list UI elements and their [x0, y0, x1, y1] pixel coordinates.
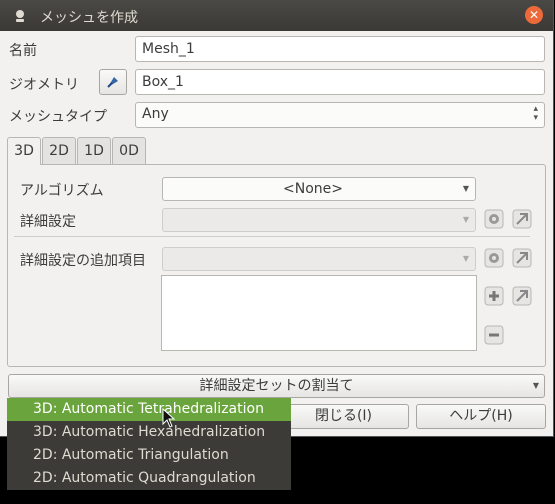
dropdown-arrow-icon: ▼: [462, 254, 469, 263]
hypothesis-set-menu: 3D: Automatic Tetrahedralization 3D: Aut…: [7, 398, 291, 490]
algorithm-select[interactable]: <None> ▼: [162, 177, 476, 201]
mesh-type-label: メッシュタイプ: [9, 109, 107, 125]
create-mesh-dialog: メッシュを作成 ✕ 名前 Mesh_1 ジオメトリ Box_1 メッシュタイプ …: [0, 0, 554, 437]
arrow-select-icon: [107, 77, 118, 88]
new-additional-icon[interactable]: [512, 248, 532, 268]
geometry-input[interactable]: Box_1: [135, 69, 545, 95]
window-title: メッシュを作成: [40, 10, 138, 26]
window-menu-icon[interactable]: [12, 8, 28, 24]
tab-0d[interactable]: 0D: [112, 137, 146, 164]
menu-item[interactable]: 3D: Automatic Tetrahedralization: [7, 398, 291, 421]
title-bar: メッシュを作成 ✕: [0, 0, 553, 31]
separator: [14, 236, 530, 237]
menu-item[interactable]: 2D: Automatic Quadrangulation: [7, 467, 291, 490]
edit-list-icon[interactable]: [512, 286, 532, 306]
assign-hypothesis-set-button[interactable]: 詳細設定セットの割当て ▼: [8, 374, 545, 398]
menu-item[interactable]: 2D: Automatic Triangulation: [7, 444, 291, 467]
hypothesis-label: 詳細設定: [20, 214, 76, 230]
mesh-type-value: Any: [142, 106, 169, 122]
hypothesis-select[interactable]: ▼: [162, 208, 476, 232]
additional-hypotheses-label: 詳細設定の追加項目: [20, 253, 146, 269]
dropdown-arrow-icon: ▼: [462, 184, 469, 193]
close-window-icon[interactable]: ✕: [525, 6, 543, 24]
dropdown-arrow-icon: ▼: [462, 215, 469, 224]
edit-additional-icon[interactable]: [484, 248, 504, 268]
additional-hypotheses-list[interactable]: [161, 275, 477, 351]
menu-item[interactable]: 3D: Automatic Hexahedralization: [7, 421, 291, 444]
tab-2d[interactable]: 2D: [42, 137, 76, 164]
assign-set-label: 詳細設定セットの割当て: [199, 378, 354, 394]
name-label: 名前: [9, 43, 37, 59]
remove-icon[interactable]: [484, 325, 504, 345]
additional-hypothesis-select[interactable]: ▼: [162, 247, 476, 271]
add-icon[interactable]: [484, 286, 504, 306]
algorithm-label: アルゴリズム: [20, 183, 104, 199]
algorithm-value: <None>: [283, 181, 343, 197]
dropdown-arrow-icon: ▼: [532, 381, 539, 390]
close-button[interactable]: 閉じる(I): [278, 404, 409, 429]
edit-hypothesis-icon[interactable]: [484, 209, 504, 229]
help-button[interactable]: ヘルプ(H): [416, 404, 546, 429]
select-geometry-button[interactable]: [99, 69, 127, 95]
tab-3d[interactable]: 3D: [7, 137, 41, 165]
mesh-type-select[interactable]: Any ▴ ▾: [135, 102, 545, 128]
mouse-cursor-icon: [162, 408, 176, 428]
geometry-label: ジオメトリ: [9, 77, 79, 93]
spin-arrows-icon: ▴ ▾: [533, 104, 538, 123]
new-hypothesis-icon[interactable]: [512, 209, 532, 229]
name-input[interactable]: Mesh_1: [135, 36, 545, 62]
tab-1d[interactable]: 1D: [77, 137, 111, 164]
